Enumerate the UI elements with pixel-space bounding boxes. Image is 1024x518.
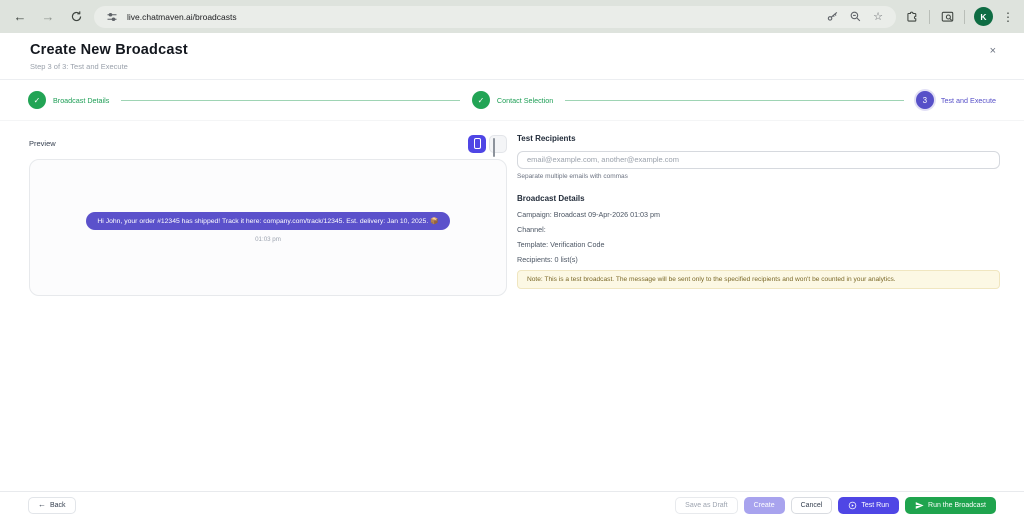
browser-back-icon[interactable]: ←	[10, 7, 30, 27]
browser-menu-icon[interactable]: ⋮	[1002, 10, 1014, 24]
url-text: live.chatmaven.ai/broadcasts	[127, 11, 237, 22]
cancel-button[interactable]: Cancel	[790, 496, 833, 514]
step-connector	[565, 99, 904, 101]
mobile-view-button[interactable]	[468, 134, 486, 153]
send-icon	[915, 501, 924, 509]
page-subtitle: Step 3 of 3: Test and Execute	[30, 62, 128, 71]
tab-search-icon[interactable]	[939, 9, 955, 25]
message-preview-card: Hi John, your order #12345 has shipped! …	[29, 159, 507, 296]
page-header: Create New Broadcast Step 3 of 3: Test a…	[0, 33, 1024, 80]
site-info-icon[interactable]	[104, 9, 120, 25]
broadcast-details-title: Broadcast Details	[517, 193, 585, 203]
monitor-icon	[493, 137, 503, 157]
browser-forward-icon[interactable]: →	[38, 7, 58, 27]
footer-bar: ← Back Save as Draft Create Cancel Test …	[0, 491, 1024, 518]
wizard-stepper: ✓ Broadcast Details ✓ Contact Selection …	[0, 80, 1024, 121]
main-content: Preview Hi John, your order #12345 has s…	[0, 121, 1024, 296]
browser-toolbar: ← → live.chatmaven.ai/broadcasts ☆ K ⋮	[0, 0, 1024, 33]
test-panel: Test Recipients Separate multiple emails…	[517, 134, 1000, 296]
chat-message-bubble: Hi John, your order #12345 has shipped! …	[86, 212, 450, 230]
run-broadcast-label: Run the Broadcast	[928, 501, 986, 509]
detail-template: Template: Verification Code	[517, 239, 605, 249]
play-circle-icon	[849, 501, 857, 509]
extensions-icon[interactable]	[904, 9, 920, 25]
step-label: Contact Selection	[496, 95, 554, 105]
test-broadcast-note: Note: This is a test broadcast. The mess…	[517, 269, 1000, 289]
back-button-label: Back	[50, 501, 66, 509]
run-the-broadcast-button[interactable]: Run the Broadcast	[905, 496, 996, 514]
message-timestamp: 01:03 pm	[255, 236, 281, 243]
zoom-icon[interactable]	[847, 9, 863, 25]
detail-recipients: Recipients: 0 list(s)	[517, 254, 578, 264]
step-test-and-execute[interactable]: 3 Test and Execute	[915, 91, 996, 109]
page-title: Create New Broadcast	[30, 42, 188, 58]
create-button[interactable]: Create	[743, 496, 785, 514]
address-bar[interactable]: live.chatmaven.ai/broadcasts ☆	[94, 5, 896, 28]
step-label: Broadcast Details	[53, 95, 110, 105]
save-as-draft-button[interactable]: Save as Draft	[675, 496, 738, 514]
detail-campaign: Campaign: Broadcast 09-Apr-2026 01:03 pm	[517, 209, 661, 219]
preview-label: Preview	[29, 139, 56, 148]
test-run-label: Test Run	[861, 501, 890, 509]
close-icon[interactable]: ×	[990, 46, 996, 57]
password-key-icon[interactable]	[824, 9, 840, 25]
test-run-button[interactable]: Test Run	[838, 496, 900, 514]
test-recipients-label: Test Recipients	[517, 134, 576, 143]
back-button[interactable]: ← Back	[28, 496, 76, 514]
preview-device-toggle	[468, 134, 507, 157]
step-broadcast-details[interactable]: ✓ Broadcast Details	[28, 91, 109, 109]
back-arrow-icon: ←	[38, 500, 46, 509]
recipients-helper-text: Separate multiple emails with commas	[517, 172, 628, 180]
toolbar-divider	[964, 9, 965, 24]
check-icon: ✓	[471, 91, 490, 109]
profile-avatar[interactable]: K	[974, 7, 993, 26]
step-contact-selection[interactable]: ✓ Contact Selection	[471, 91, 554, 109]
step-number: 3	[915, 91, 934, 109]
bookmark-star-icon[interactable]: ☆	[870, 9, 886, 25]
browser-refresh-icon[interactable]	[66, 7, 86, 27]
check-icon: ✓	[28, 91, 46, 109]
step-label: Test and Execute	[940, 95, 996, 105]
desktop-view-button[interactable]	[489, 134, 507, 157]
test-recipients-input[interactable]	[517, 150, 1000, 169]
phone-icon	[473, 138, 481, 149]
toolbar-divider	[929, 9, 930, 24]
step-connector	[121, 99, 460, 101]
detail-channel: Channel:	[517, 224, 546, 234]
preview-panel: Preview Hi John, your order #12345 has s…	[29, 134, 507, 296]
